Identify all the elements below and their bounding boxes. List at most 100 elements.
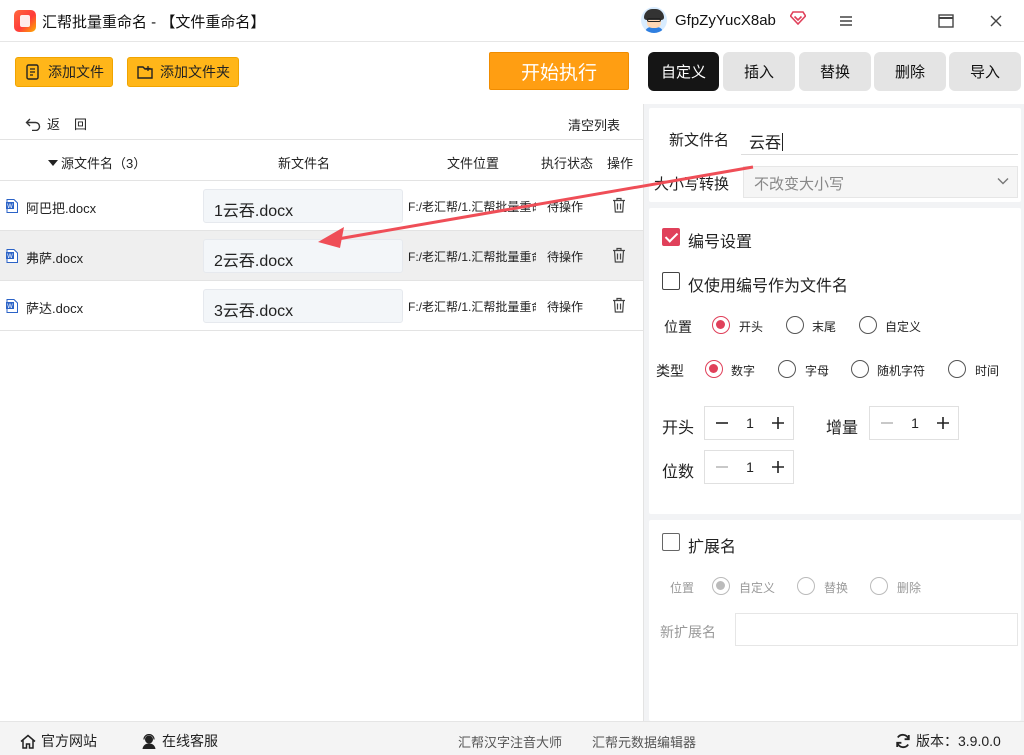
ext-position-label: 位置 [670,581,695,595]
new-ext-label: 新扩展名 [660,624,716,640]
tab-delete[interactable]: 删除 [874,52,946,91]
add-folder-button[interactable]: 添加文件夹 [127,57,239,87]
new-name-label: 新文件名 [669,132,730,149]
plus-icon[interactable] [769,414,787,432]
ext-replace-radio[interactable] [797,577,815,595]
type-random-radio[interactable] [851,360,869,378]
digits-stepper[interactable]: 1 [704,450,794,484]
position-end-label: 末尾 [812,320,837,334]
column-status: 执行状态 [541,156,594,171]
type-time-radio[interactable] [948,360,966,378]
digits-label: 位数 [662,464,695,481]
word-doc-icon: W [6,299,18,313]
new-file-name[interactable]: 1云吞.docx [203,189,403,223]
status-text: 待操作 [547,250,584,264]
ext-custom-radio[interactable] [712,577,730,595]
position-end-radio[interactable] [786,316,804,334]
add-file-button[interactable]: 添加文件 [15,57,113,87]
version-info[interactable]: 版本：3.9.0.0 [895,731,1001,751]
only-number-label: 仅使用编号作为文件名 [688,278,849,295]
file-location: F:/老汇帮/1.汇帮批量重命名 [408,250,536,264]
add-file-label: 添加文件 [48,64,104,80]
source-file-name: 萨达.docx [26,301,84,316]
title-bar: 汇帮批量重命名 - 【文件重命名】 GfpZyYucX8ab [0,0,1024,42]
position-label: 位置 [664,319,692,335]
type-time-label: 时间 [975,364,1000,378]
type-label: 类型 [656,363,684,379]
ext-delete-radio[interactable] [870,577,888,595]
extension-checkbox[interactable] [662,533,680,551]
case-select[interactable]: 不改变大小写 [743,166,1018,198]
add-file-icon [26,64,39,80]
increment-stepper[interactable]: 1 [869,406,959,440]
column-source-name[interactable]: 源文件名（3） [48,153,146,172]
close-icon[interactable] [982,8,1010,34]
column-new-name: 新文件名 [278,156,331,171]
position-start-label: 开头 [739,320,764,334]
svg-text:W: W [7,253,13,260]
position-custom-radio[interactable] [859,316,877,334]
metadata-editor-link[interactable]: 汇帮元数据编辑器 [592,732,696,751]
type-letter-label: 字母 [805,364,830,378]
plus-icon[interactable] [769,458,787,476]
tab-custom[interactable]: 自定义 [648,52,719,91]
type-number-radio[interactable] [705,360,723,378]
type-letter-radio[interactable] [778,360,796,378]
source-file-name: 弗萨.docx [26,251,84,266]
vip-diamond-icon[interactable] [790,11,806,25]
online-service-link[interactable]: 在线客服 [141,731,218,751]
menu-icon[interactable] [832,8,860,34]
user-avatar[interactable] [641,7,667,33]
numbering-label: 编号设置 [688,234,753,251]
start-button[interactable]: 开始执行 [489,52,629,90]
position-custom-label: 自定义 [885,320,922,334]
app-logo-icon [14,10,36,32]
case-label: 大小写转换 [654,176,730,193]
window-title: 汇帮批量重命名 - 【文件重命名】 [42,14,266,31]
trash-icon[interactable] [612,247,626,263]
column-operation: 操作 [607,156,634,171]
plus-icon[interactable] [934,414,952,432]
home-icon [20,734,36,749]
new-extension-input[interactable] [735,613,1018,646]
type-random-label: 随机字符 [877,364,926,378]
tab-import[interactable]: 导入 [949,52,1021,91]
word-doc-icon: W [6,249,18,263]
extension-label: 扩展名 [688,539,737,556]
position-start-radio[interactable] [712,316,730,334]
username[interactable]: GfpZyYucX8ab [675,12,776,29]
column-location: 文件位置 [447,156,500,171]
list-toolbar: 返回 清空列表 [0,104,643,140]
word-doc-icon: W [6,199,18,213]
ext-custom-label: 自定义 [739,581,776,595]
pinyin-tool-link[interactable]: 汇帮汉字注音大师 [458,732,562,751]
official-site-link[interactable]: 官方网站 [20,731,97,751]
new-file-name[interactable]: 3云吞.docx [203,289,403,323]
add-folder-label: 添加文件夹 [160,64,230,80]
back-label: 返回 [47,117,102,132]
trash-icon[interactable] [612,197,626,213]
back-button[interactable]: 返回 [25,114,101,133]
clear-list-button[interactable]: 清空列表 [568,115,620,134]
start-stepper[interactable]: 1 [704,406,794,440]
add-folder-icon [137,66,153,79]
file-location: F:/老汇帮/1.汇帮批量重命名 [408,300,536,314]
back-arrow-icon [25,118,41,131]
svg-text:W: W [7,303,13,310]
trash-icon[interactable] [612,297,626,313]
tab-replace[interactable]: 替换 [799,52,871,91]
table-row[interactable]: W 弗萨.docx 2云吞.docx F:/老汇帮/1.汇帮批量重命名 待操作 [0,231,643,281]
tab-insert[interactable]: 插入 [723,52,795,91]
table-row[interactable]: W 萨达.docx 3云吞.docx F:/老汇帮/1.汇帮批量重命名 待操作 [0,281,643,331]
new-name-input[interactable]: 云吞 [741,122,1018,155]
ext-replace-label: 替换 [824,581,849,595]
increment-label: 增量 [826,420,859,437]
file-table-header: 源文件名（3） 新文件名 文件位置 执行状态 操作 [0,141,643,181]
only-number-checkbox[interactable] [662,272,680,290]
table-row[interactable]: W 阿巴把.docx 1云吞.docx F:/老汇帮/1.汇帮批量重命名 待操作 [0,181,643,231]
new-file-name[interactable]: 2云吞.docx [203,239,403,273]
sort-down-icon [48,159,58,166]
numbering-checkbox[interactable] [662,228,680,246]
maximize-icon[interactable] [932,8,960,34]
start-label: 开头 [662,420,695,437]
